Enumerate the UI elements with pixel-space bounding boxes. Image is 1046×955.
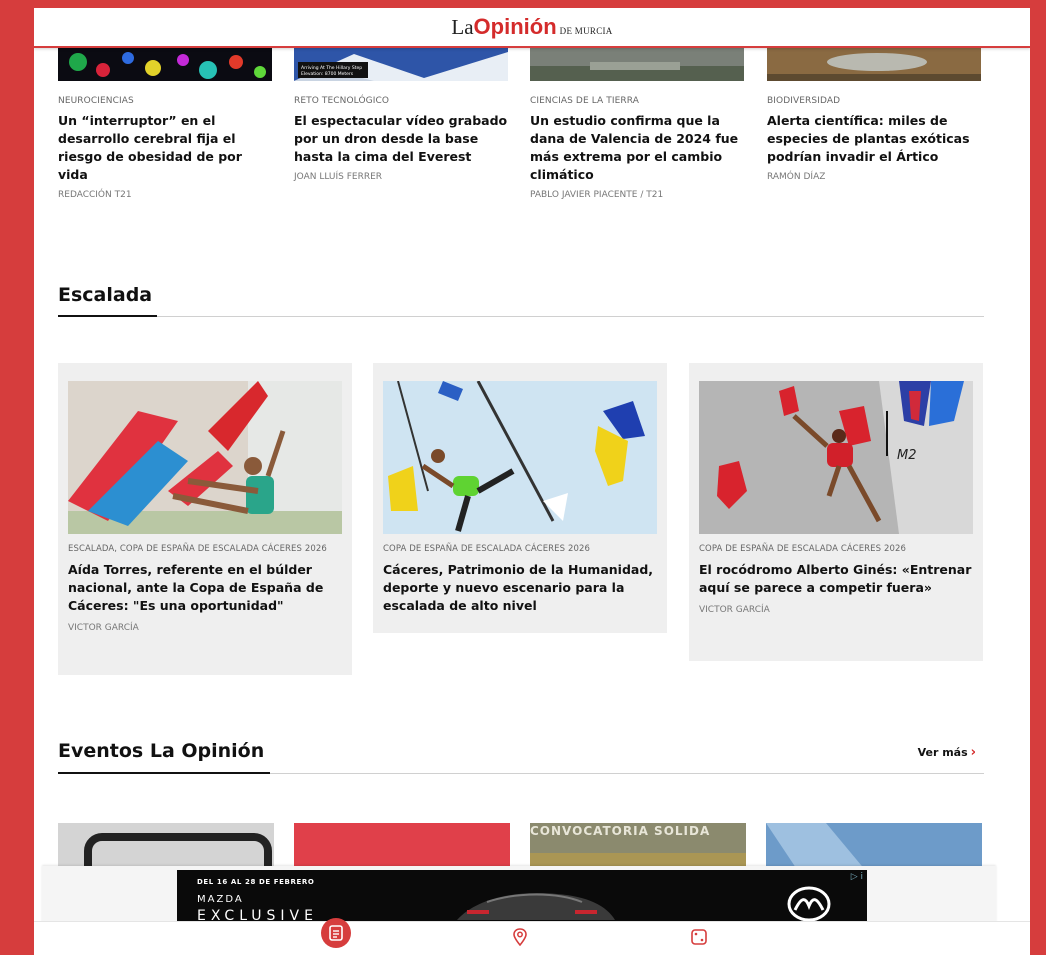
- section-title-eventos[interactable]: Eventos La Opinión: [58, 740, 264, 762]
- article-kicker[interactable]: RETO TECNOLÓGICO: [294, 96, 508, 106]
- article-author[interactable]: JOAN LLUÍS FERRER: [294, 172, 508, 182]
- newspaper-icon: [329, 925, 343, 941]
- article-headline[interactable]: Un estudio confirma que la dana de Valen…: [530, 112, 744, 184]
- article-card[interactable]: Arriving At The Hillary Step Elevation: …: [294, 48, 508, 182]
- dice-icon: [691, 929, 707, 945]
- article-card[interactable]: NEUROCIENCIAS Un “interruptor” en el des…: [58, 48, 272, 200]
- section-divider: [58, 316, 984, 317]
- ver-mas-link[interactable]: Ver más ›: [918, 745, 976, 760]
- article-image[interactable]: Arriving At The Hillary Step Elevation: …: [294, 48, 508, 81]
- image-caption-line-2: Elevation: 8700 Meters: [301, 71, 354, 77]
- article-image[interactable]: [530, 48, 744, 81]
- article-image[interactable]: [68, 381, 342, 534]
- escalada-card[interactable]: ESCALADA, COPA DE ESPAÑA DE ESCALADA CÁC…: [58, 363, 352, 675]
- article-headline[interactable]: Alerta científica: miles de especies de …: [767, 112, 981, 166]
- mazda-logo-icon: [787, 886, 831, 922]
- article-image[interactable]: [383, 381, 657, 534]
- logo-opinion: Opinión: [473, 14, 557, 39]
- bottom-nav-item-games[interactable]: [686, 922, 712, 952]
- article-author[interactable]: PABLO JAVIER PIACENTE / T21: [530, 190, 744, 200]
- chevron-right-icon: ›: [970, 745, 976, 760]
- ad-creative[interactable]: DEL 16 AL 28 DE FEBRERO MAZDA EXCLUSIVE …: [177, 870, 867, 926]
- ad-brand: MAZDA: [197, 894, 244, 905]
- site-header: La Opinión DE MURCIA: [34, 8, 1030, 48]
- page: La Opinión DE MURCIA NEUROCIENCIAS Un “i…: [34, 8, 1030, 955]
- ad-date: DEL 16 AL 28 DE FEBRERO: [197, 878, 315, 886]
- article-headline[interactable]: Un “interruptor” en el desarrollo cerebr…: [58, 112, 272, 184]
- article-kicker[interactable]: COPA DE ESPAÑA DE ESCALADA CÁCERES 2026: [383, 544, 657, 555]
- bottom-nav-item-news[interactable]: [321, 918, 351, 952]
- car-image: [457, 893, 615, 920]
- logo-la: La: [451, 15, 474, 39]
- location-pin-icon: [513, 928, 527, 946]
- site-logo[interactable]: La Opinión DE MURCIA: [451, 14, 612, 40]
- article-headline[interactable]: El espectacular vídeo grabado por un dro…: [294, 112, 508, 166]
- section-title-escalada[interactable]: Escalada: [58, 284, 152, 306]
- bottom-nav: [34, 918, 1030, 955]
- article-kicker[interactable]: BIODIVERSIDAD: [767, 96, 981, 106]
- article-headline[interactable]: Aída Torres, referente en el búlder naci…: [68, 561, 342, 615]
- article-author[interactable]: RAMÓN DÍAZ: [767, 172, 981, 182]
- article-headline[interactable]: Cáceres, Patrimonio de la Humanidad, dep…: [383, 561, 657, 615]
- article-image[interactable]: M2: [699, 381, 973, 534]
- article-image[interactable]: [767, 48, 981, 81]
- article-kicker[interactable]: COPA DE ESPAÑA DE ESCALADA CÁCERES 2026: [699, 544, 973, 555]
- article-kicker[interactable]: NEUROCIENCIAS: [58, 96, 272, 106]
- science-articles-row: NEUROCIENCIAS Un “interruptor” en el des…: [58, 48, 988, 218]
- article-kicker[interactable]: ESCALADA, COPA DE ESPAÑA DE ESCALADA CÁC…: [68, 544, 342, 555]
- article-headline[interactable]: El rocódromo Alberto Ginés: «Entrenar aq…: [699, 561, 973, 597]
- active-indicator: [321, 918, 351, 948]
- article-author[interactable]: VICTOR GARCÍA: [68, 623, 342, 633]
- article-card[interactable]: BIODIVERSIDAD Alerta científica: miles d…: [767, 48, 981, 182]
- escalada-card[interactable]: M2 COPA DE ESPAÑA DE ESCALADA CÁCERES 20…: [689, 363, 983, 661]
- image-caption-line-1: Arriving At The Hillary Step: [301, 65, 362, 71]
- article-author[interactable]: REDACCIÓN T21: [58, 190, 272, 200]
- article-card[interactable]: CIENCIAS DE LA TIERRA Un estudio confirm…: [530, 48, 744, 200]
- logo-de-murcia: DE MURCIA: [559, 26, 613, 36]
- adchoices-icon[interactable]: ▷ i: [851, 872, 863, 882]
- ver-mas-label: Ver más: [917, 746, 968, 759]
- section-title-underline: [58, 315, 157, 317]
- article-image[interactable]: [58, 48, 272, 81]
- section-title-underline: [58, 772, 270, 774]
- bottom-nav-item-location[interactable]: [507, 922, 533, 952]
- ad-banner[interactable]: DEL 16 AL 28 DE FEBRERO MAZDA EXCLUSIVE …: [42, 866, 996, 928]
- image-wall-label: M2: [897, 448, 917, 463]
- article-author[interactable]: VICTOR GARCÍA: [699, 605, 973, 615]
- article-kicker[interactable]: CIENCIAS DE LA TIERRA: [530, 96, 744, 106]
- event-tile-text: CONVOCATORIA SOLIDA: [530, 824, 710, 838]
- escalada-card[interactable]: COPA DE ESPAÑA DE ESCALADA CÁCERES 2026 …: [373, 363, 667, 633]
